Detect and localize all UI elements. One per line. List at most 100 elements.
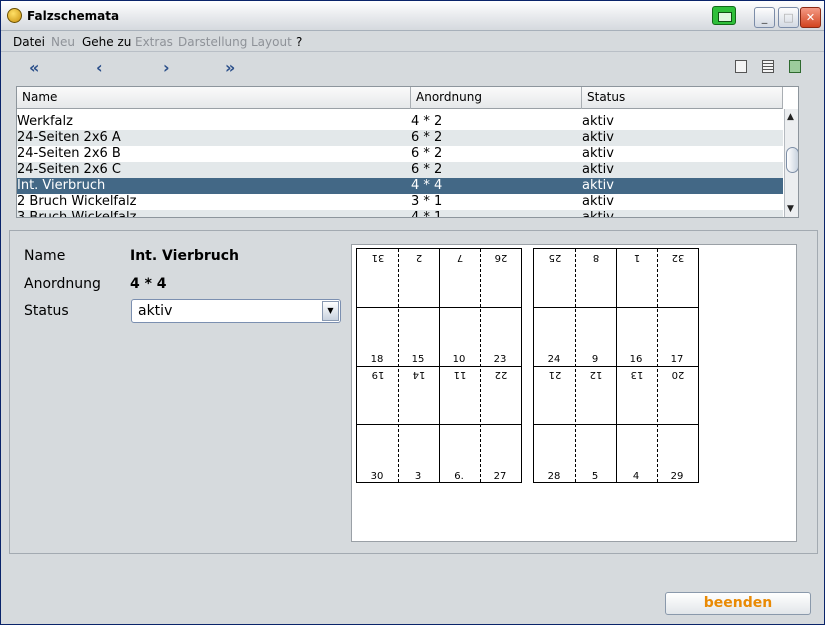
cell-anordnung: 4 * 1 xyxy=(411,210,443,218)
status-select[interactable]: aktiv ▼ xyxy=(131,299,341,323)
cell-anordnung: 4 * 4 xyxy=(411,178,443,193)
scroll-thumb[interactable] xyxy=(786,147,798,173)
column-header-status[interactable]: Status xyxy=(582,87,783,109)
close-button[interactable]: ✕ xyxy=(800,7,821,28)
status-select-value: aktiv xyxy=(138,303,173,319)
page-number: 23 xyxy=(493,354,507,365)
cell-anordnung: 4 * 2 xyxy=(411,114,443,129)
column-header-anordnung[interactable]: Anordnung xyxy=(411,87,582,109)
page-number: 3 xyxy=(414,471,422,482)
name-value: Int. Vierbruch xyxy=(130,248,240,264)
new-document-icon[interactable] xyxy=(735,60,747,73)
page-number: 7 xyxy=(456,252,464,263)
cell-name: Werkfalz xyxy=(17,114,73,129)
page-number: 21 xyxy=(548,369,562,380)
menu-darstellung[interactable]: Darstellung xyxy=(178,35,247,49)
page-number: 12 xyxy=(589,369,603,380)
cell-name: 24-Seiten 2x6 A xyxy=(17,130,121,145)
cell-name: Int. Vierbruch xyxy=(17,178,106,193)
page-number: 6. xyxy=(454,471,464,482)
menu-extras[interactable]: Extras xyxy=(135,35,173,49)
cell-status: aktiv xyxy=(582,146,614,161)
page-number: 5 xyxy=(591,471,599,482)
table-row[interactable]: 3 Bruch Wickelfalz 4 * 1 aktiv xyxy=(17,210,783,218)
page-number: 1 xyxy=(633,252,641,263)
table-row[interactable]: 2 Bruch Wickelfalz 3 * 1 aktiv xyxy=(17,194,783,210)
cell-name: 2 Bruch Wickelfalz xyxy=(17,194,137,209)
page-number: 2 xyxy=(415,252,423,263)
page-number: 32 xyxy=(671,252,685,263)
menu-gehe-zu[interactable]: Gehe zu xyxy=(82,35,131,49)
last-record-icon[interactable]: » xyxy=(225,58,235,77)
table-rows: Werkfalz 4 * 2 aktiv 24-Seiten 2x6 A 6 *… xyxy=(17,114,783,218)
app-icon xyxy=(7,8,22,23)
page-number: 27 xyxy=(493,471,507,482)
table-row[interactable]: 24-Seiten 2x6 C 6 * 2 aktiv xyxy=(17,162,783,178)
cell-anordnung: 6 * 2 xyxy=(411,146,443,161)
next-record-icon[interactable]: › xyxy=(163,58,170,77)
cell-anordnung: 3 * 1 xyxy=(411,194,443,209)
app-window: Falzschemata _ □ ✕ Datei Neu Gehe zu Ext… xyxy=(0,0,825,625)
printer-icon[interactable] xyxy=(712,6,736,25)
minimize-button[interactable]: _ xyxy=(754,7,775,28)
cell-status: aktiv xyxy=(582,162,614,177)
window-title: Falzschemata xyxy=(27,9,120,23)
page-number: 13 xyxy=(630,369,644,380)
table-row[interactable]: Werkfalz 4 * 2 aktiv xyxy=(17,114,783,130)
page-number: 19 xyxy=(371,369,385,380)
cell-status: aktiv xyxy=(582,178,614,193)
page-number: 14 xyxy=(412,369,426,380)
help-icon[interactable] xyxy=(789,60,801,73)
menu-neu[interactable]: Neu xyxy=(51,35,75,49)
page-number: 8 xyxy=(592,252,600,263)
maximize-button[interactable]: □ xyxy=(778,7,799,28)
first-record-icon[interactable]: « xyxy=(29,58,39,77)
column-header-name[interactable]: Name xyxy=(17,87,411,109)
previous-record-icon[interactable]: ‹ xyxy=(96,58,103,77)
menu-help[interactable]: ? xyxy=(296,35,302,49)
page-number: 20 xyxy=(671,369,685,380)
cell-anordnung: 6 * 2 xyxy=(411,130,443,145)
scroll-down-icon[interactable]: ▼ xyxy=(787,204,794,214)
page-number: 25 xyxy=(548,252,562,263)
schema-table: Name Anordnung Status Werkfalz 4 * 2 akt… xyxy=(16,86,799,218)
menu-bar: Datei Neu Gehe zu Extras Darstellung Lay… xyxy=(1,32,824,52)
table-scrollbar[interactable]: ▲ ▼ xyxy=(784,109,798,217)
right-sheet: 25 8 1 32 24 9 16 17 21 12 13 20 28 5 4 … xyxy=(533,248,699,483)
status-label: Status xyxy=(24,303,69,319)
cell-status: aktiv xyxy=(582,114,614,129)
page-number: 22 xyxy=(494,369,508,380)
menu-datei[interactable]: Datei xyxy=(13,35,45,49)
page-number: 9 xyxy=(591,354,599,365)
page-number: 26 xyxy=(494,252,508,263)
page-number: 29 xyxy=(670,471,684,482)
left-sheet: 31 2 7 26 18 15 10 23 19 14 11 22 30 3 6… xyxy=(356,248,522,483)
page-number: 16 xyxy=(629,354,643,365)
folding-preview: 31 2 7 26 18 15 10 23 19 14 11 22 30 3 6… xyxy=(351,244,797,542)
cell-name: 24-Seiten 2x6 C xyxy=(17,162,122,177)
scroll-up-icon[interactable]: ▲ xyxy=(787,112,794,122)
anordnung-label: Anordnung xyxy=(24,276,101,292)
page-number: 24 xyxy=(547,354,561,365)
menu-layout[interactable]: Layout xyxy=(251,35,292,49)
page-number: 30 xyxy=(370,471,384,482)
cell-status: aktiv xyxy=(582,194,614,209)
exit-button[interactable]: beenden xyxy=(665,592,811,615)
cell-status: aktiv xyxy=(582,210,614,218)
table-row[interactable]: 24-Seiten 2x6 A 6 * 2 aktiv xyxy=(17,130,783,146)
chevron-down-icon[interactable]: ▼ xyxy=(322,301,339,321)
page-number: 4 xyxy=(632,471,640,482)
list-view-icon[interactable] xyxy=(762,60,774,73)
table-row-selected[interactable]: Int. Vierbruch 4 * 4 aktiv xyxy=(17,178,783,194)
cell-anordnung: 6 * 2 xyxy=(411,162,443,177)
cell-status: aktiv xyxy=(582,130,614,145)
anordnung-value: 4 * 4 xyxy=(130,276,167,292)
table-header: Name Anordnung Status xyxy=(17,87,783,109)
page-number: 17 xyxy=(670,354,684,365)
table-row[interactable]: 24-Seiten 2x6 B 6 * 2 aktiv xyxy=(17,146,783,162)
page-number: 31 xyxy=(371,252,385,263)
page-number: 18 xyxy=(370,354,384,365)
title-bar: Falzschemata _ □ ✕ xyxy=(1,1,824,31)
page-number: 28 xyxy=(547,471,561,482)
name-label: Name xyxy=(24,248,66,264)
